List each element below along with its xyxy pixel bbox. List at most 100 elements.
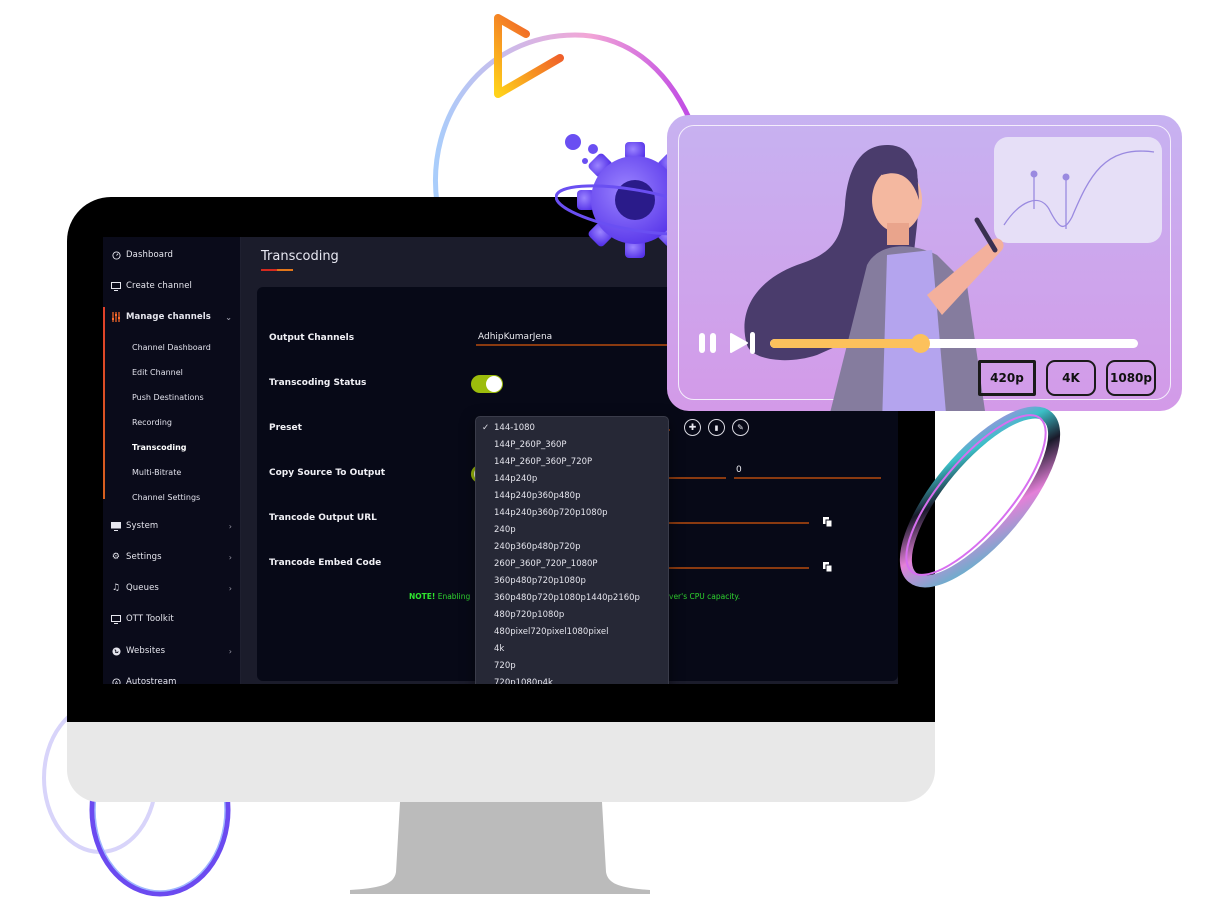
preset-option-label: 144p240p [494, 474, 538, 484]
preset-option[interactable]: 144p240p360p480p [476, 488, 668, 505]
preset-option[interactable]: 144p240p360p720p1080p [476, 505, 668, 522]
preset-option[interactable]: 240p360p480p720p [476, 539, 668, 556]
sidebar-item-settings[interactable]: ⚙ Settings › [103, 547, 241, 567]
copy-url-icon[interactable] [823, 517, 833, 527]
playback-progress-slider[interactable] [770, 334, 1138, 353]
sidebar-item-ott-toolkit[interactable]: OTT Toolkit [103, 609, 241, 629]
chevron-right-icon: › [228, 521, 232, 531]
preset-option[interactable]: 4k [476, 641, 668, 658]
sidebar-item-system[interactable]: System › [103, 516, 241, 536]
chevron-right-icon: › [228, 646, 232, 656]
preset-option-label: 144P_260P_360P [494, 440, 567, 450]
pencil-icon: ✎ [737, 423, 744, 432]
sidebar-item-label: Websites [126, 646, 166, 656]
plus-icon: ✚ [688, 422, 697, 433]
sidebar-item-manage-channels[interactable]: Manage channels ⌄ [103, 307, 241, 327]
monitor-icon [111, 281, 121, 291]
output-url-underline[interactable] [669, 522, 809, 524]
pause-icon[interactable] [697, 333, 719, 353]
delete-preset-button[interactable]: ▮ [708, 419, 725, 436]
preset-option[interactable]: 720p [476, 658, 668, 675]
preset-option-label: 144p240p360p480p [494, 491, 581, 501]
sidebar-item-label: Dashboard [126, 250, 174, 260]
edit-preset-button[interactable]: ✎ [732, 419, 749, 436]
subitem-label: Edit Channel [132, 367, 183, 377]
preset-option-label: 240p [494, 525, 516, 535]
quality-1080p-button[interactable]: 1080p [1106, 360, 1156, 396]
sidebar-item-label: Queues [126, 583, 159, 593]
tv-icon [111, 614, 121, 624]
sidebar-subitem-multi-bitrate[interactable]: Multi-Bitrate [103, 463, 241, 481]
sidebar-subitem-recording[interactable]: Recording [103, 413, 241, 431]
preset-option[interactable]: 360p480p720p1080p [476, 573, 668, 590]
sidebar-item-label: System [126, 521, 159, 531]
quality-4k-button[interactable]: 4K [1046, 360, 1096, 396]
subitem-label: Channel Settings [132, 492, 201, 502]
preset-option[interactable]: 360p480p720p1080p1440p2160p [476, 590, 668, 607]
preset-option[interactable]: 260P_360P_720P_1080P [476, 556, 668, 573]
sidebar-subitem-edit-channel[interactable]: Edit Channel [103, 363, 241, 381]
preset-option-label: 720p1080p4k [494, 678, 553, 684]
sidebar-item-queues[interactable]: ♫ Queues › [103, 578, 241, 598]
preset-option[interactable]: 480pixel720pixel1080pixel [476, 624, 668, 641]
preset-option[interactable]: 144P_260P_360P_720P [476, 454, 668, 471]
preset-dropdown-menu[interactable]: ✓ 144-1080 144P_260P_360P 144P_260P_360P_72… [475, 416, 669, 684]
output-channels-label: Output Channels [269, 333, 355, 343]
title-underline [261, 269, 293, 271]
output-channels-input[interactable]: AdhipKumarJena [478, 332, 552, 342]
progress-knob[interactable] [910, 334, 930, 353]
decorative-arc [433, 32, 693, 205]
preset-option[interactable]: 480p720p1080p [476, 607, 668, 624]
marketing-illustration: Dashboard Create channel Manage channels… [0, 0, 1215, 914]
sidebar-subitem-channel-dashboard[interactable]: Channel Dashboard [103, 338, 241, 356]
preset-option-label: 360p480p720p1080p [494, 576, 586, 586]
play-logo-icon [494, 14, 564, 98]
skip-next-icon[interactable] [729, 332, 757, 354]
output-url-label: Trancode Output URL [269, 513, 377, 523]
sidebar-subitem-transcoding[interactable]: Transcoding [103, 438, 241, 456]
preset-option[interactable]: 144P_260P_360P [476, 437, 668, 454]
copy-source-label: Copy Source To Output [269, 468, 386, 478]
copy-embed-icon[interactable] [823, 562, 833, 572]
sidebar-item-dashboard[interactable]: Dashboard [103, 245, 241, 265]
trash-icon: ▮ [714, 423, 719, 432]
sidebar-item-autostream[interactable]: A Autostream [103, 672, 241, 684]
sidebar-item-label: OTT Toolkit [126, 614, 174, 624]
desktop-icon [111, 521, 121, 531]
chevron-right-icon: › [228, 583, 232, 593]
preset-option[interactable]: ✓ 144-1080 [476, 420, 668, 437]
preset-option[interactable]: 144p240p [476, 471, 668, 488]
copy-source-value[interactable]: 0 [736, 465, 742, 475]
page-title: Transcoding [261, 249, 339, 264]
preset-option[interactable]: 720p1080p4k [476, 675, 668, 684]
sidebar-item-label: Manage channels [126, 312, 211, 322]
sidebar-item-websites[interactable]: Websites › [103, 641, 241, 661]
preset-label: Preset [269, 423, 302, 433]
monitor-chin [67, 722, 935, 802]
sidebar-subitem-channel-settings[interactable]: Channel Settings [103, 488, 241, 506]
embed-code-underline[interactable] [669, 567, 809, 569]
autostream-icon: A [111, 677, 121, 684]
preset-option-label: 144-1080 [494, 423, 535, 433]
cpu-note-right: ver's CPU capacity. [669, 592, 741, 601]
note-prefix: NOTE! [409, 592, 436, 601]
gear-icon: ⚙ [111, 552, 121, 562]
preset-option[interactable]: 240p [476, 522, 668, 539]
preset-option-label: 240p360p480p720p [494, 542, 581, 552]
svg-text:A: A [114, 680, 118, 684]
preset-option-label: 260P_360P_720P_1080P [494, 559, 598, 569]
sidebar-item-create-channel[interactable]: Create channel [103, 276, 241, 296]
add-preset-button[interactable]: ✚ [684, 419, 701, 436]
sidebar-subitem-push-destinations[interactable]: Push Destinations [103, 388, 241, 406]
preset-option-label: 480pixel720pixel1080pixel [494, 627, 609, 637]
copy-source-field-b-underline [734, 477, 881, 479]
video-player-card: 420p 4K 1080p [667, 115, 1182, 411]
quality-420p-button[interactable]: 420p [978, 360, 1036, 396]
checkmark-icon: ✓ [482, 423, 490, 433]
chevron-down-icon: ⌄ [225, 312, 232, 322]
subitem-label: Push Destinations [132, 392, 204, 402]
preset-option-label: 144p240p360p720p1080p [494, 508, 608, 518]
music-queue-icon: ♫ [111, 583, 121, 593]
copy-source-field-a-underline [669, 477, 726, 479]
transcoding-status-toggle[interactable] [471, 375, 503, 393]
